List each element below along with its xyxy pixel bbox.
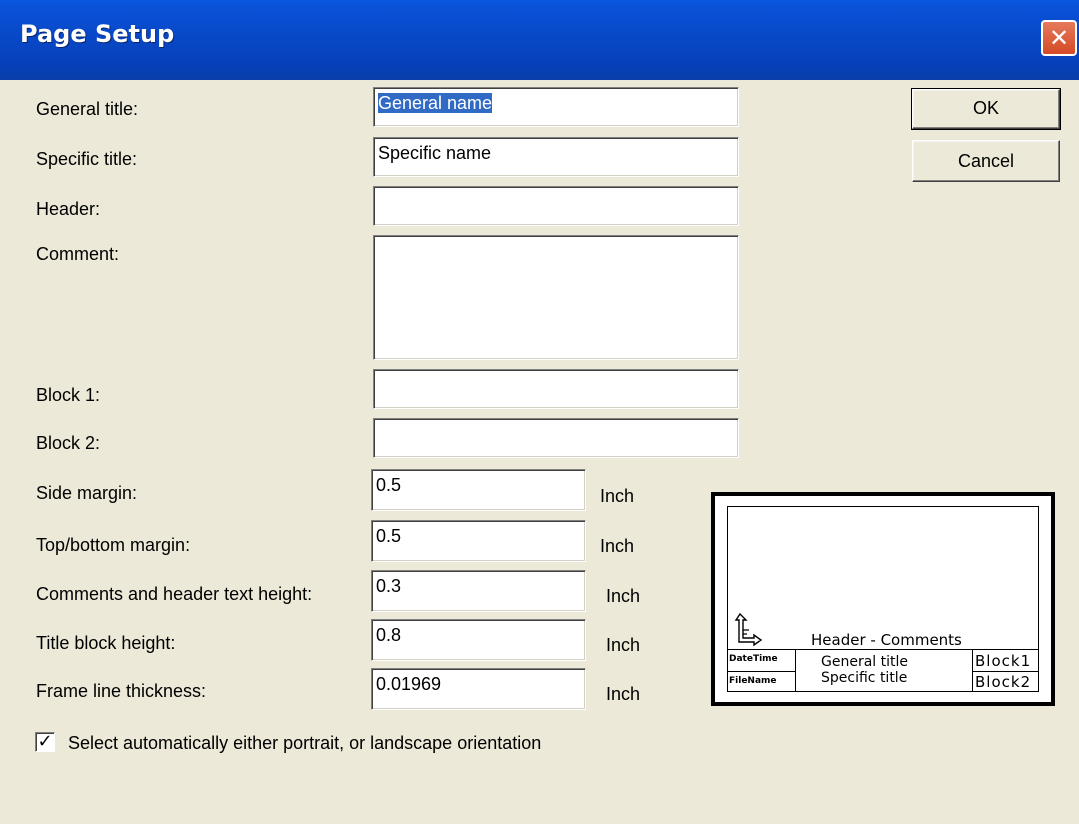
preview-specific-title: Specific title xyxy=(821,670,908,686)
title-block-height-input[interactable]: 0.8 xyxy=(371,619,586,661)
preview-left-divider xyxy=(728,671,795,672)
close-button[interactable]: ✕ xyxy=(1041,20,1077,56)
general-title-value: General name xyxy=(378,93,493,113)
dialog-body: General title: Specific title: Header: C… xyxy=(0,80,1079,824)
side-margin-label: Side margin: xyxy=(36,483,138,503)
top-bottom-margin-unit: Inch xyxy=(600,536,635,556)
title-block-height-label: Title block height: xyxy=(36,633,176,653)
specific-title-label: Specific title: xyxy=(36,149,138,169)
preview-frame: Header - Comments DateTime FileName Gene… xyxy=(727,506,1039,692)
top-bottom-margin-label: Top/bottom margin: xyxy=(36,535,191,555)
preview-block2: Block2 xyxy=(975,673,1032,691)
frame-line-thickness-input[interactable]: 0.01969 xyxy=(371,668,586,710)
preview-filename: FileName xyxy=(729,676,777,686)
header-label: Header: xyxy=(36,199,101,219)
text-height-input[interactable]: 0.3 xyxy=(371,570,586,612)
side-margin-input[interactable]: 0.5 xyxy=(371,469,586,511)
preview-title-block: DateTime FileName General title Specific… xyxy=(728,649,1039,692)
preview-block1: Block1 xyxy=(975,652,1032,670)
block2-input[interactable] xyxy=(373,418,739,458)
dialog-title: Page Setup xyxy=(20,20,175,48)
close-icon: ✕ xyxy=(1048,24,1070,52)
frame-line-thickness-unit: Inch xyxy=(606,684,641,704)
header-input[interactable] xyxy=(373,186,739,226)
preview-general-title: General title xyxy=(821,654,908,670)
preview-header-comments: Header - Comments xyxy=(811,631,962,649)
side-margin-unit: Inch xyxy=(600,486,635,506)
axis-icon xyxy=(734,612,763,647)
text-height-label: Comments and header text height: xyxy=(36,584,313,604)
specific-title-input[interactable]: Specific name xyxy=(373,137,739,177)
general-title-label: General title: xyxy=(36,99,139,119)
general-title-input[interactable]: General name xyxy=(373,87,739,127)
title-bar[interactable]: Page Setup ✕ xyxy=(0,0,1079,80)
orientation-checkbox[interactable]: ✓ xyxy=(35,732,55,752)
ok-button[interactable]: OK xyxy=(911,88,1061,130)
block1-input[interactable] xyxy=(373,369,739,409)
checkmark-icon: ✓ xyxy=(37,731,53,752)
block1-label: Block 1: xyxy=(36,385,101,405)
frame-line-thickness-label: Frame line thickness: xyxy=(36,681,207,701)
page-layout-preview: Header - Comments DateTime FileName Gene… xyxy=(711,492,1055,706)
preview-right-divider xyxy=(973,671,1039,672)
comment-textarea[interactable] xyxy=(373,235,739,360)
block2-label: Block 2: xyxy=(36,433,101,453)
title-block-height-unit: Inch xyxy=(606,635,641,655)
preview-datetime: DateTime xyxy=(729,654,778,664)
top-bottom-margin-input[interactable]: 0.5 xyxy=(371,520,586,562)
comment-label: Comment: xyxy=(36,244,120,264)
orientation-checkbox-label[interactable]: Select automatically either portrait, or… xyxy=(68,733,541,754)
page-setup-dialog: Page Setup ✕ General title: Specific tit… xyxy=(0,0,1079,824)
preview-left-cell: DateTime FileName xyxy=(728,650,796,692)
cancel-button[interactable]: Cancel xyxy=(912,140,1060,182)
preview-right-cell: Block1 Block2 xyxy=(972,650,1039,692)
text-height-unit: Inch xyxy=(606,586,641,606)
